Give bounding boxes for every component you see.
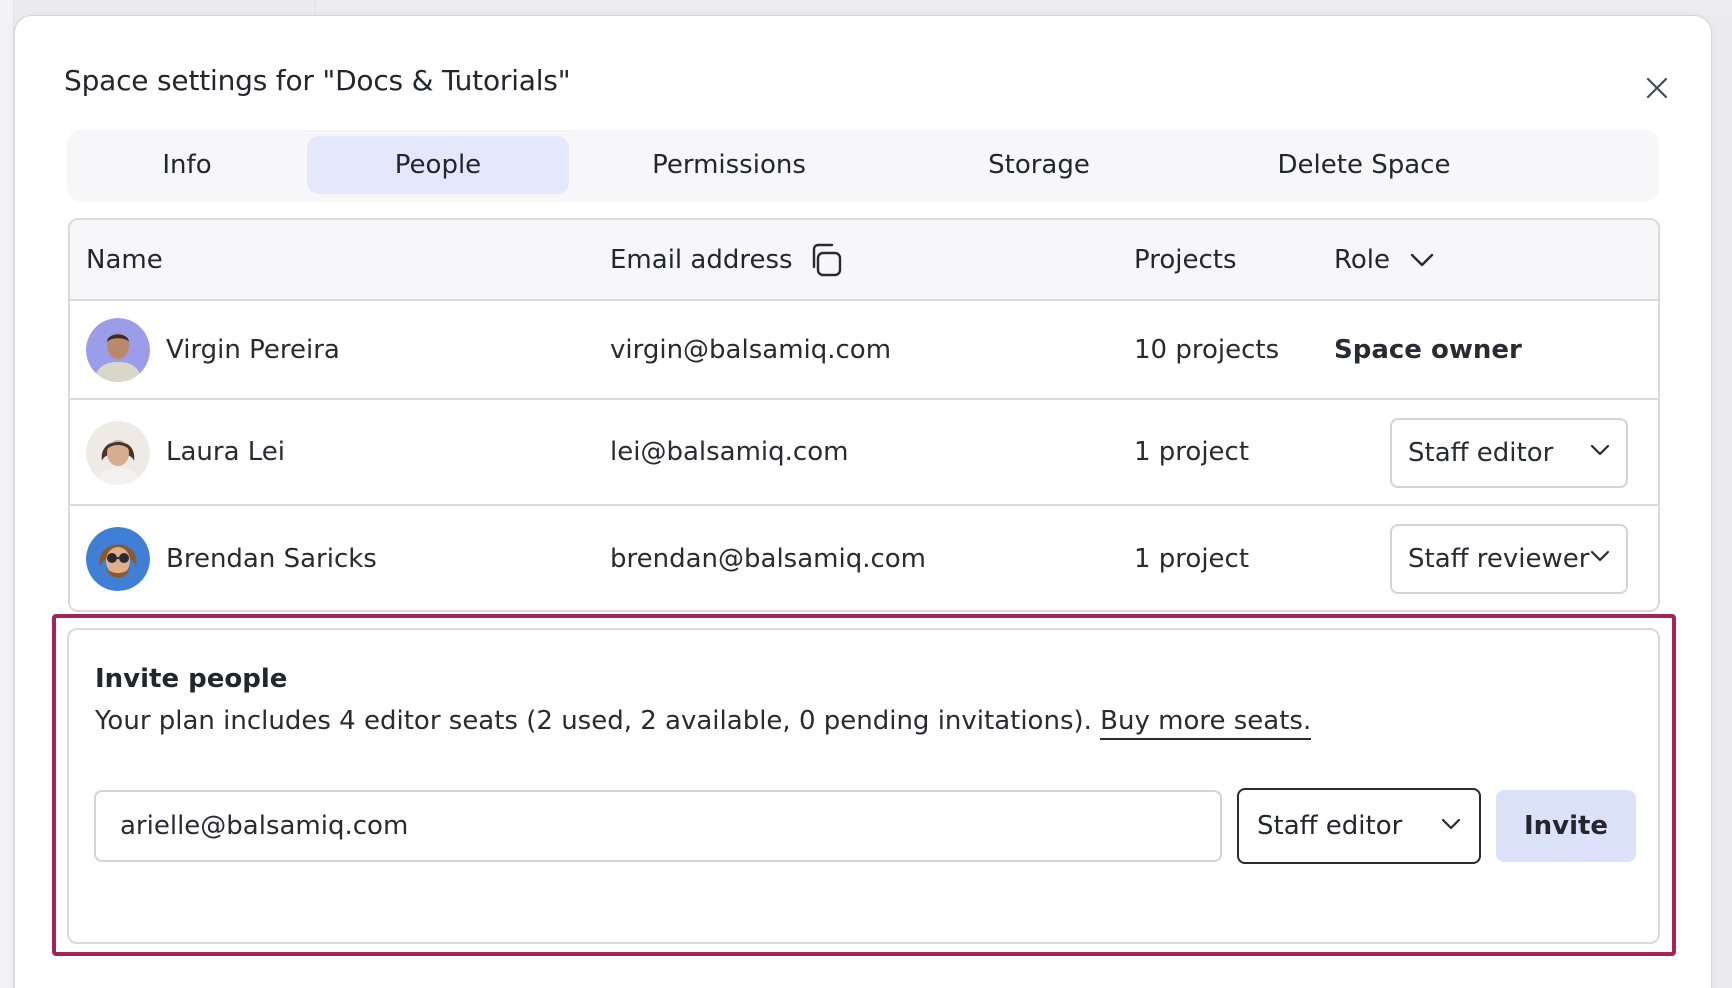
invite-panel: Invite people Your plan includes 4 edito… <box>67 628 1660 944</box>
chevron-down-icon <box>1590 444 1610 456</box>
member-role-select[interactable]: Staff editor <box>1390 418 1628 488</box>
column-header-name: Name <box>86 244 163 275</box>
member-role: Space owner <box>1334 334 1522 365</box>
table-row: Brendan Saricks brendan@balsamiq.com 1 p… <box>70 506 1658 610</box>
chevron-down-icon <box>1410 253 1434 266</box>
tab-info[interactable]: Info <box>67 136 307 194</box>
column-header-role[interactable]: Role <box>1334 220 1434 299</box>
remove-member-button[interactable] <box>1654 433 1658 473</box>
member-email: lei@balsamiq.com <box>610 437 849 467</box>
invite-button[interactable]: Invite <box>1496 790 1636 862</box>
avatar <box>86 318 150 382</box>
invite-role-select[interactable]: Staff editor <box>1237 788 1481 864</box>
invite-description: Your plan includes 4 editor seats (2 use… <box>95 706 1312 740</box>
invite-email-input[interactable] <box>94 790 1222 862</box>
column-header-email: Email address <box>610 244 793 275</box>
member-email: virgin@balsamiq.com <box>610 334 892 365</box>
member-projects: 1 project <box>1134 544 1250 574</box>
chevron-down-icon <box>1590 550 1610 562</box>
tab-permissions[interactable]: Permissions <box>583 136 875 194</box>
chevron-down-icon <box>1441 818 1461 830</box>
avatar <box>86 527 150 591</box>
remove-member-button[interactable] <box>1654 539 1658 579</box>
tab-people[interactable]: People <box>307 136 569 194</box>
column-header-projects: Projects <box>1134 244 1237 275</box>
member-role-value: Staff editor <box>1408 438 1554 468</box>
member-projects: 10 projects <box>1134 334 1280 365</box>
tab-delete-space[interactable]: Delete Space <box>1199 136 1529 194</box>
table-row: Laura Lei lei@balsamiq.com 1 project Sta… <box>70 400 1658 506</box>
table-row: Virgin Pereira virgin@balsamiq.com 10 pr… <box>70 301 1658 400</box>
buy-more-seats-link[interactable]: Buy more seats. <box>1100 706 1312 740</box>
dialog-title: Space settings for "Docs & Tutorials" <box>64 64 571 97</box>
member-email: brendan@balsamiq.com <box>610 544 926 574</box>
copy-icon <box>812 243 842 276</box>
table-header: Name Email address Projects Role <box>70 220 1658 301</box>
member-name: Virgin Pereira <box>166 334 340 365</box>
member-name: Laura Lei <box>166 437 286 467</box>
column-header-role-label: Role <box>1334 244 1391 275</box>
member-name: Brendan Saricks <box>166 544 377 574</box>
copy-emails-button[interactable] <box>808 220 846 299</box>
close-button[interactable] <box>1637 68 1677 108</box>
background-header <box>315 0 1732 14</box>
people-table: Name Email address Projects Role Virgin … <box>68 218 1660 612</box>
invite-description-text: Your plan includes 4 editor seats (2 use… <box>95 706 1092 736</box>
close-icon <box>1646 77 1668 99</box>
member-role-value: Staff reviewer <box>1408 544 1590 574</box>
invite-title: Invite people <box>95 664 288 694</box>
member-role-select[interactable]: Staff reviewer <box>1390 524 1628 594</box>
avatar <box>86 421 150 485</box>
invite-role-value: Staff editor <box>1257 811 1403 841</box>
tab-storage[interactable]: Storage <box>893 136 1185 194</box>
tab-bar: Info People Permissions Storage Delete S… <box>67 130 1659 202</box>
background-sidebar <box>0 0 14 988</box>
member-projects: 1 project <box>1134 437 1250 467</box>
